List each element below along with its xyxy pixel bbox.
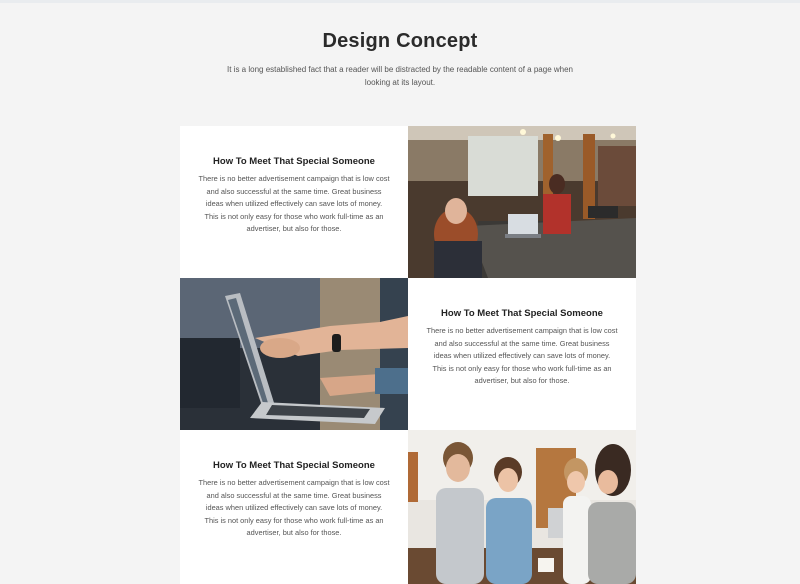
feature-card-1: How To Meet That Special Someone There i… — [180, 126, 408, 278]
feature-body: There is no better advertisement campaig… — [426, 326, 618, 385]
feature-card-2: How To Meet That Special Someone There i… — [408, 278, 636, 430]
feature-heading[interactable]: How To Meet That Special Someone — [198, 460, 390, 471]
feature-heading[interactable]: How To Meet That Special Someone — [426, 308, 618, 319]
feature-grid: How To Meet That Special Someone There i… — [180, 126, 636, 584]
feature-body: There is no better advertisement campaig… — [198, 478, 390, 537]
feature-image-2 — [180, 278, 408, 430]
laptop-hands-photo — [180, 278, 408, 430]
top-border — [0, 0, 800, 3]
feature-body: There is no better advertisement campaig… — [198, 174, 390, 233]
feature-image-1 — [408, 126, 636, 278]
feature-heading[interactable]: How To Meet That Special Someone — [198, 156, 390, 167]
group-meeting-photo — [408, 430, 636, 584]
page-subtitle: It is a long established fact that a rea… — [227, 65, 573, 87]
feature-image-3 — [408, 430, 636, 584]
office-cafe-photo — [408, 126, 636, 278]
section-header: Design Concept It is a long established … — [0, 30, 800, 89]
feature-card-3: How To Meet That Special Someone There i… — [180, 430, 408, 584]
page-title: Design Concept — [322, 30, 478, 52]
